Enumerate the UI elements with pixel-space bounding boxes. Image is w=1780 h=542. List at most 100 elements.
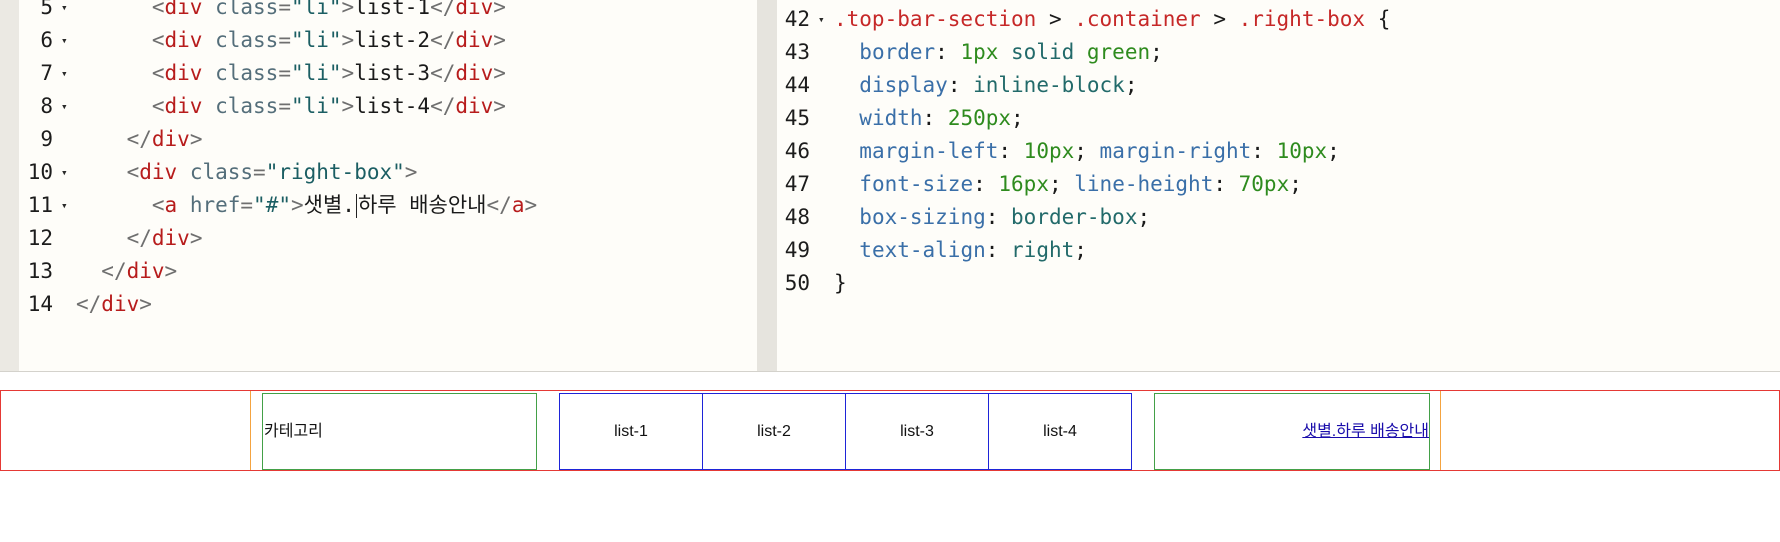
code-token: </ (101, 259, 127, 283)
code-token: < (151, 61, 165, 85)
code-token: inline-block (973, 73, 1125, 97)
code-line[interactable]: 6 ▾ <div class="li">list-2</div> (19, 24, 739, 57)
code-text[interactable]: <div class="right-box"> (76, 156, 418, 189)
fold-toggle-icon[interactable]: ▾ (61, 0, 68, 24)
code-line[interactable]: 9 </div> (19, 123, 739, 156)
code-token: div (139, 160, 178, 184)
code-text[interactable]: width: 250px; (834, 102, 1023, 135)
code-line[interactable]: 46 margin-left: 10px; margin-right: 10px… (777, 135, 1777, 168)
code-token: margin-right (1099, 139, 1252, 163)
code-token: : (947, 73, 974, 97)
code-text[interactable]: display: inline-block; (834, 69, 1137, 102)
code-token: div (126, 259, 165, 283)
line-number: 48 (784, 205, 810, 229)
line-number: 5 (40, 0, 53, 19)
code-token: box-sizing (859, 205, 986, 229)
code-line[interactable]: 49 text-align: right; (777, 234, 1777, 267)
code-line[interactable]: 48 box-sizing: border-box; (777, 201, 1777, 234)
code-text[interactable]: <div class="li">list-2</div> (76, 24, 506, 57)
code-line[interactable]: 44 display: inline-block; (777, 69, 1777, 102)
code-line[interactable]: 45 width: 250px; (777, 102, 1777, 135)
line-number: 11 (27, 193, 53, 217)
code-token: div (164, 0, 203, 19)
code-line[interactable]: 42 ▾ .top-bar-section > .container > .righ… (777, 3, 1777, 36)
code-text[interactable]: border: 1px solid green; (834, 36, 1162, 69)
fold-toggle-icon[interactable]: ▾ (61, 156, 68, 189)
line-number: 6 (40, 28, 53, 52)
code-line[interactable]: 43 border: 1px solid green; (777, 36, 1777, 69)
code-token: "li" (290, 28, 342, 52)
line-number: 7 (40, 61, 53, 85)
fold-toggle-icon[interactable]: ▾ (61, 24, 68, 57)
list-item: list-2 (702, 393, 846, 470)
code-text[interactable]: .top-bar-section > .container > .right-b… (834, 3, 1390, 36)
code-token: > (404, 160, 418, 184)
code-token: < (151, 193, 165, 217)
code-token: green (1074, 40, 1151, 64)
code-line[interactable]: 10 ▾ <div class="right-box"> (19, 156, 739, 189)
code-text[interactable]: </div> (76, 222, 203, 255)
code-line[interactable]: 8 ▾ <div class="li">list-4</div> (19, 90, 739, 123)
delivery-info-link[interactable]: 샛별.하루 배송안내 (1302, 423, 1429, 440)
code-token: div (455, 28, 494, 52)
code-token: div (164, 61, 203, 85)
code-token: </ (76, 292, 102, 316)
code-token: : (998, 139, 1024, 163)
list-item-label: list-3 (900, 423, 934, 440)
code-token: 10px (1276, 139, 1328, 163)
code-token: href (177, 193, 241, 217)
line-number: 13 (27, 259, 53, 283)
category-label: 카테고리 (264, 423, 323, 440)
code-text[interactable]: <div class="li">list-3</div> (76, 57, 506, 90)
code-line[interactable]: 47 font-size: 16px; line-height: 70px; (777, 168, 1777, 201)
code-text[interactable]: } (834, 267, 847, 300)
code-line[interactable]: 5 ▾ <div class="li">list-1</div> (19, 0, 739, 24)
fold-toggle-icon[interactable]: ▾ (61, 57, 68, 90)
code-token: border-box (1011, 205, 1138, 229)
code-token: class (202, 0, 279, 19)
fold-toggle-icon[interactable]: ▾ (61, 90, 68, 123)
code-token: class (202, 94, 279, 118)
code-token: ; (1327, 139, 1340, 163)
fold-toggle-icon[interactable]: ▾ (818, 3, 825, 36)
code-token: border (859, 40, 936, 64)
code-text[interactable]: </div> (76, 123, 203, 156)
list-item-label: list-1 (614, 423, 648, 440)
line-number: 44 (784, 73, 810, 97)
css-editor-pane[interactable]: 42 ▾ .top-bar-section > .container > .righ… (777, 0, 1780, 371)
code-line[interactable]: 11 ▾ <a href="#">샛별. 하루 배송안내</a> (19, 189, 739, 222)
code-text[interactable]: font-size: 16px; line-height: 70px; (834, 168, 1302, 201)
html-editor-pane[interactable]: 5 ▾ <div class="li">list-1</div> 6 ▾ <div c… (19, 0, 757, 371)
code-line[interactable]: 7 ▾ <div class="li">list-3</div> (19, 57, 739, 90)
code-text[interactable]: <a href="#">샛별. 하루 배송안내</a> (76, 189, 537, 222)
code-token: a (164, 193, 178, 217)
code-token: ; (1074, 238, 1087, 262)
code-token: list-3 (354, 61, 431, 85)
line-number: 12 (27, 226, 53, 250)
code-token: 10px (1023, 139, 1075, 163)
code-token: div (455, 0, 494, 19)
code-line[interactable]: 50} (777, 267, 1777, 300)
line-number: 49 (784, 238, 810, 262)
code-line[interactable]: 14 </div> (19, 288, 739, 321)
code-token: > (1200, 7, 1239, 31)
code-text[interactable]: text-align: right; (834, 234, 1087, 267)
code-text[interactable]: box-sizing: border-box; (834, 201, 1150, 234)
code-token: = (253, 160, 266, 184)
code-token: div (151, 127, 190, 151)
code-token: ; (1137, 205, 1151, 229)
code-text[interactable]: </div> (76, 288, 152, 321)
code-token: > (139, 292, 152, 316)
code-text[interactable]: margin-left: 10px; margin-right: 10px; (834, 135, 1340, 168)
pane-splitter[interactable] (757, 0, 777, 371)
fold-toggle-icon[interactable]: ▾ (61, 189, 68, 222)
code-text[interactable]: <div class="li">list-4</div> (76, 90, 506, 123)
code-token: div (101, 292, 140, 316)
code-line[interactable]: 12 </div> (19, 222, 739, 255)
list-item: list-3 (845, 393, 989, 470)
code-line[interactable]: 13 </div> (19, 255, 739, 288)
code-text[interactable]: </div> (76, 255, 177, 288)
code-token: div (164, 28, 203, 52)
code-text[interactable]: <div class="li">list-1</div> (76, 0, 506, 24)
code-token: text-align (859, 238, 986, 262)
